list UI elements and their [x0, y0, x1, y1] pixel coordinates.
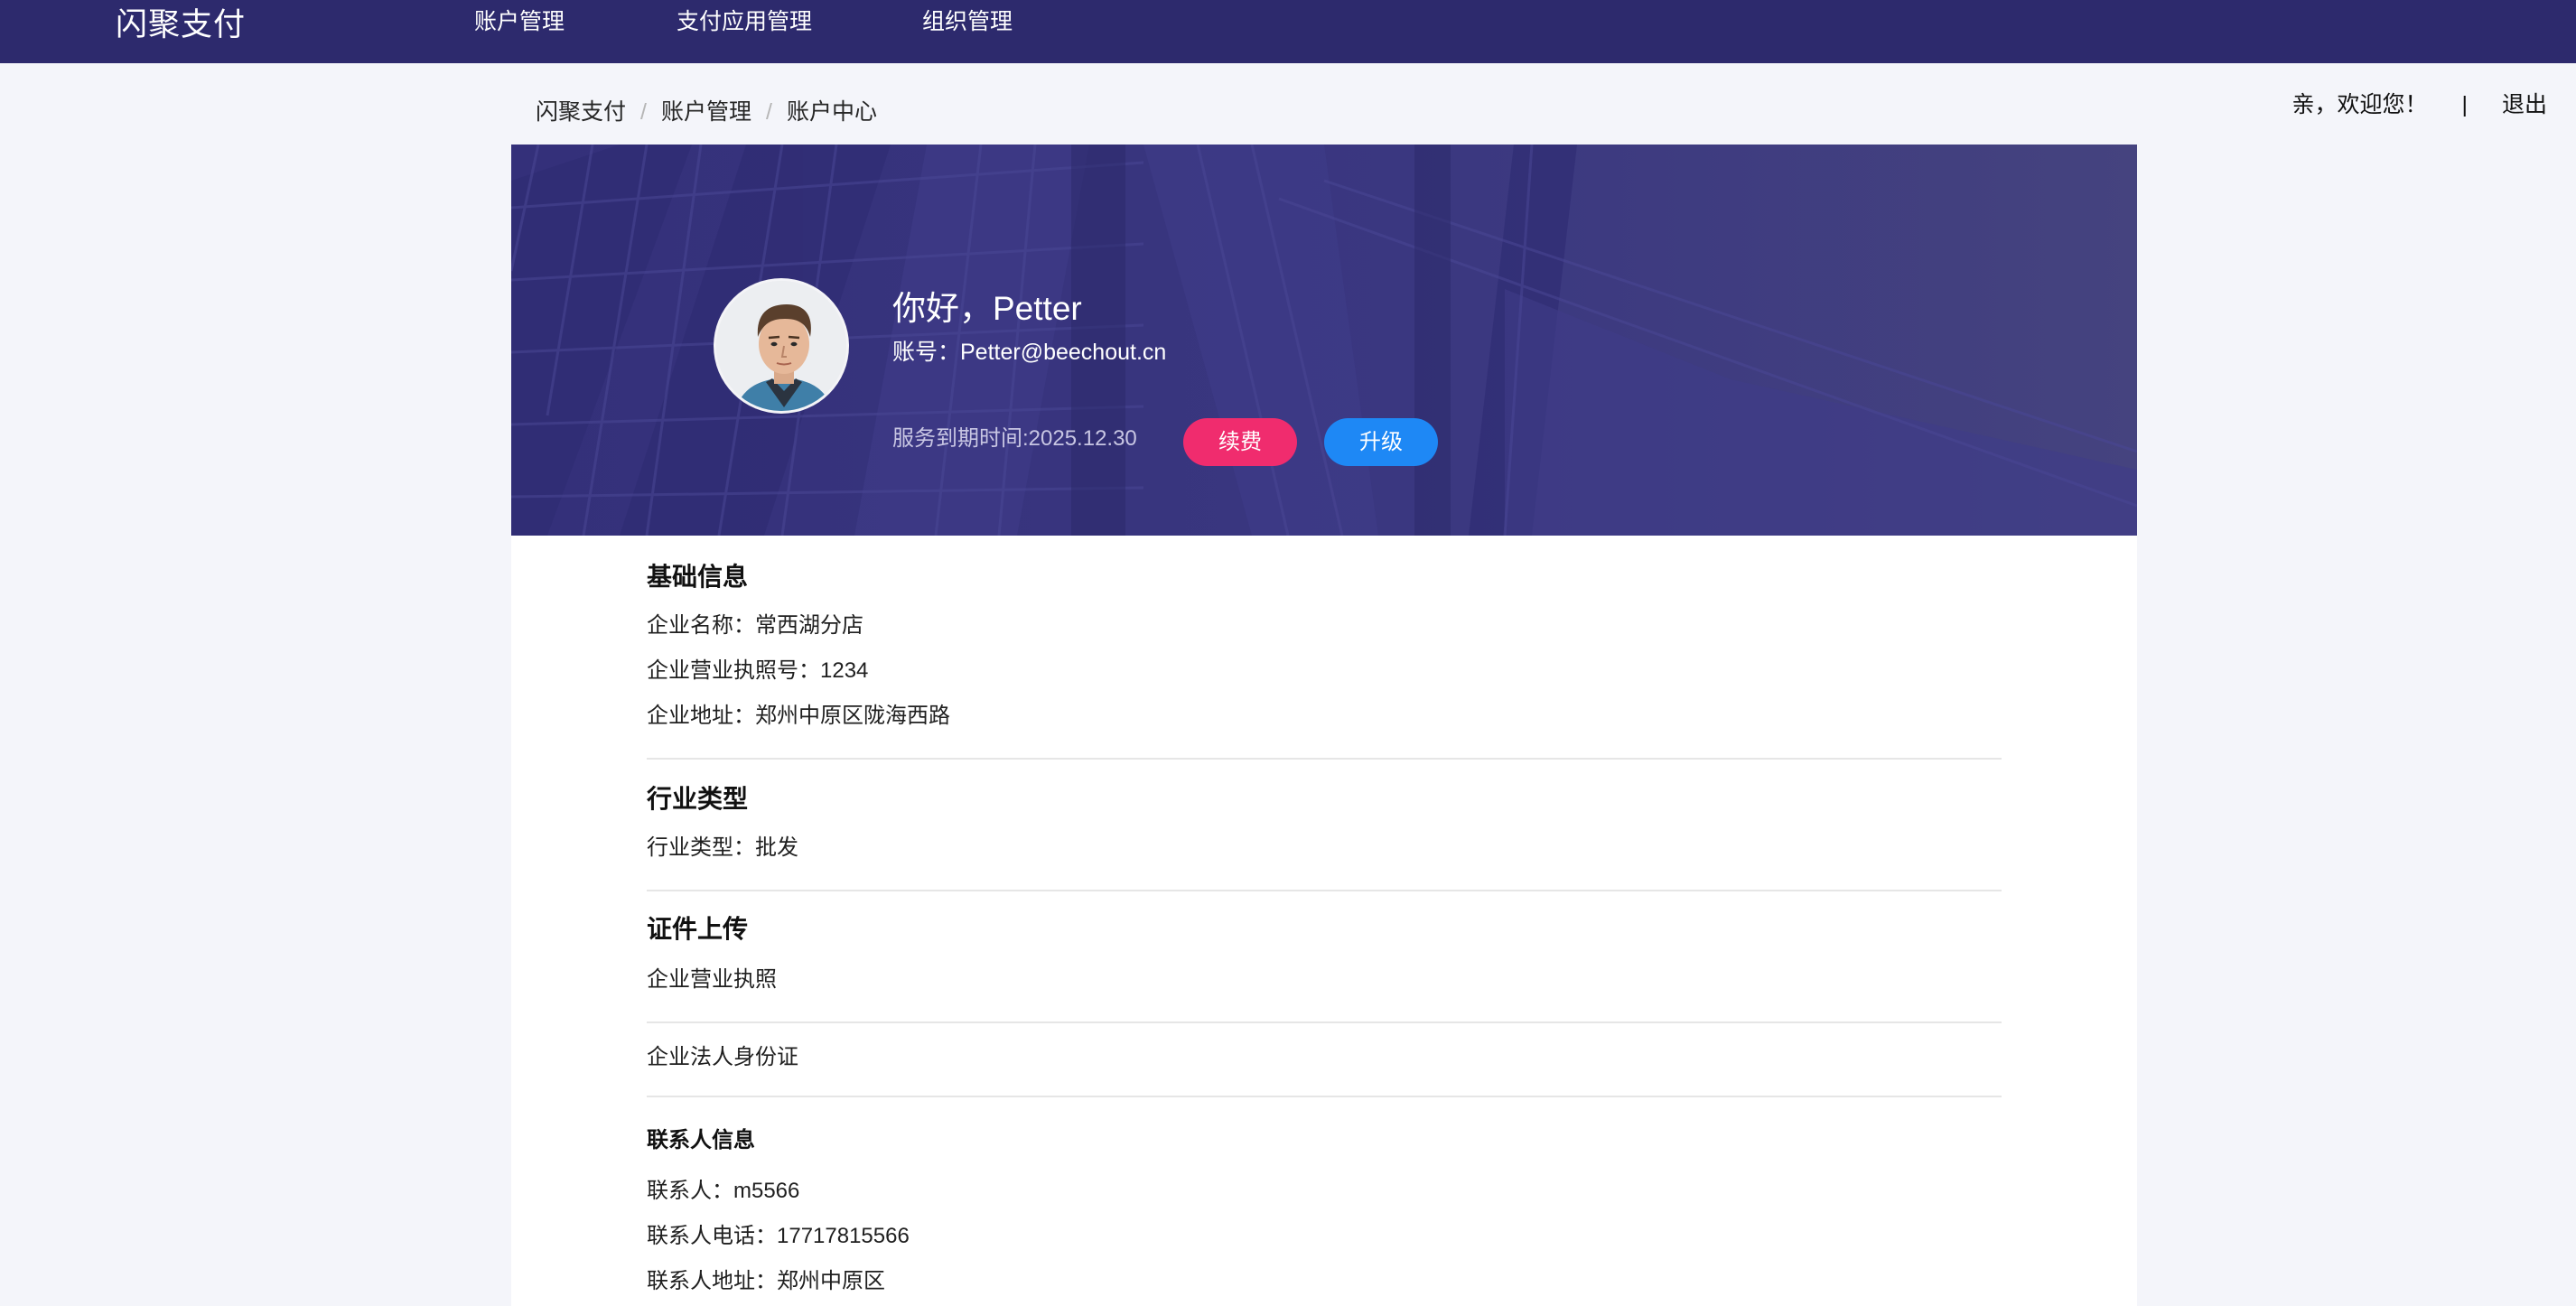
service-expiry-date: 服务到期时间:2025.12.30	[892, 426, 1137, 451]
section-divider	[647, 890, 2002, 891]
nav-item-account-management[interactable]: 账户管理	[474, 7, 565, 36]
contact-name-row: 联系人：m5566	[647, 1179, 800, 1203]
breadcrumb-item-home[interactable]: 闪聚支付	[536, 98, 626, 126]
breadcrumb-separator: /	[640, 99, 647, 125]
breadcrumb-item-account-management[interactable]: 账户管理	[661, 98, 751, 126]
user-portrait-image	[716, 281, 846, 411]
breadcrumb-item-account-center: 账户中心	[786, 99, 877, 125]
section-title-certificate-upload: 证件上传	[647, 915, 749, 943]
welcome-text: 亲，欢迎您！	[2291, 92, 2428, 117]
profile-banner: 你好，Petter 账号：Petter@beechout.cn 服务到期时间:2…	[511, 145, 2137, 536]
contact-info-section: 联系人信息 联系人：m5566 联系人电话：17717815566 联系人地址：…	[647, 1124, 2002, 1296]
business-license-upload-item[interactable]: 企业营业执照	[647, 966, 2002, 994]
section-divider	[647, 1096, 2002, 1097]
top-navigation-bar: 闪聚支付 账户管理 支付应用管理 组织管理	[0, 0, 2576, 63]
company-name-row: 企业名称：常西湖分店	[647, 613, 863, 638]
breadcrumb-separator: /	[765, 99, 772, 125]
user-welcome-area: 亲，欢迎您！ | 退出	[2291, 90, 2547, 119]
account-details-card: 基础信息 企业名称：常西湖分店 企业营业执照号：1234 企业地址：郑州中原区陇…	[511, 536, 2137, 1306]
legal-person-id-upload-item[interactable]: 企业法人身份证	[647, 1043, 2002, 1072]
nav-item-organization-management[interactable]: 组织管理	[922, 7, 1013, 36]
breadcrumb: 闪聚支付 / 账户管理 / 账户中心	[536, 98, 877, 126]
contact-address-row: 联系人地址：郑州中原区	[647, 1269, 885, 1293]
nav-item-payment-app-management[interactable]: 支付应用管理	[677, 7, 812, 36]
welcome-divider: |	[2461, 92, 2468, 117]
section-title-contact-info: 联系人信息	[647, 1128, 755, 1152]
brand-logo-text[interactable]: 闪聚支付	[116, 5, 246, 45]
upgrade-button[interactable]: 升级	[1324, 418, 1438, 466]
section-title-industry-type: 行业类型	[647, 785, 749, 813]
basic-info-section: 基础信息 企业名称：常西湖分店 企业营业执照号：1234 企业地址：郑州中原区陇…	[647, 561, 2002, 731]
legal-person-id-section: 企业法人身份证	[647, 1043, 2002, 1072]
industry-type-section: 行业类型 行业类型：批发	[647, 783, 2002, 863]
section-divider	[647, 1021, 2002, 1023]
left-side-panel	[74, 63, 511, 1306]
logout-link[interactable]: 退出	[2502, 90, 2547, 119]
section-divider	[647, 758, 2002, 760]
business-license-number-row: 企业营业执照号：1234	[647, 658, 869, 683]
profile-greeting: 你好，Petter	[892, 290, 1082, 327]
certificate-upload-section: 证件上传 企业营业执照	[647, 913, 2002, 994]
renew-button[interactable]: 续费	[1183, 418, 1297, 466]
industry-type-row: 行业类型：批发	[647, 835, 798, 860]
profile-account: 账号：Petter@beechout.cn	[892, 340, 1167, 365]
user-avatar	[714, 278, 849, 414]
company-address-row: 企业地址：郑州中原区陇海西路	[647, 704, 950, 728]
section-title-basic-info: 基础信息	[647, 563, 749, 591]
contact-phone-row: 联系人电话：17717815566	[647, 1224, 910, 1248]
